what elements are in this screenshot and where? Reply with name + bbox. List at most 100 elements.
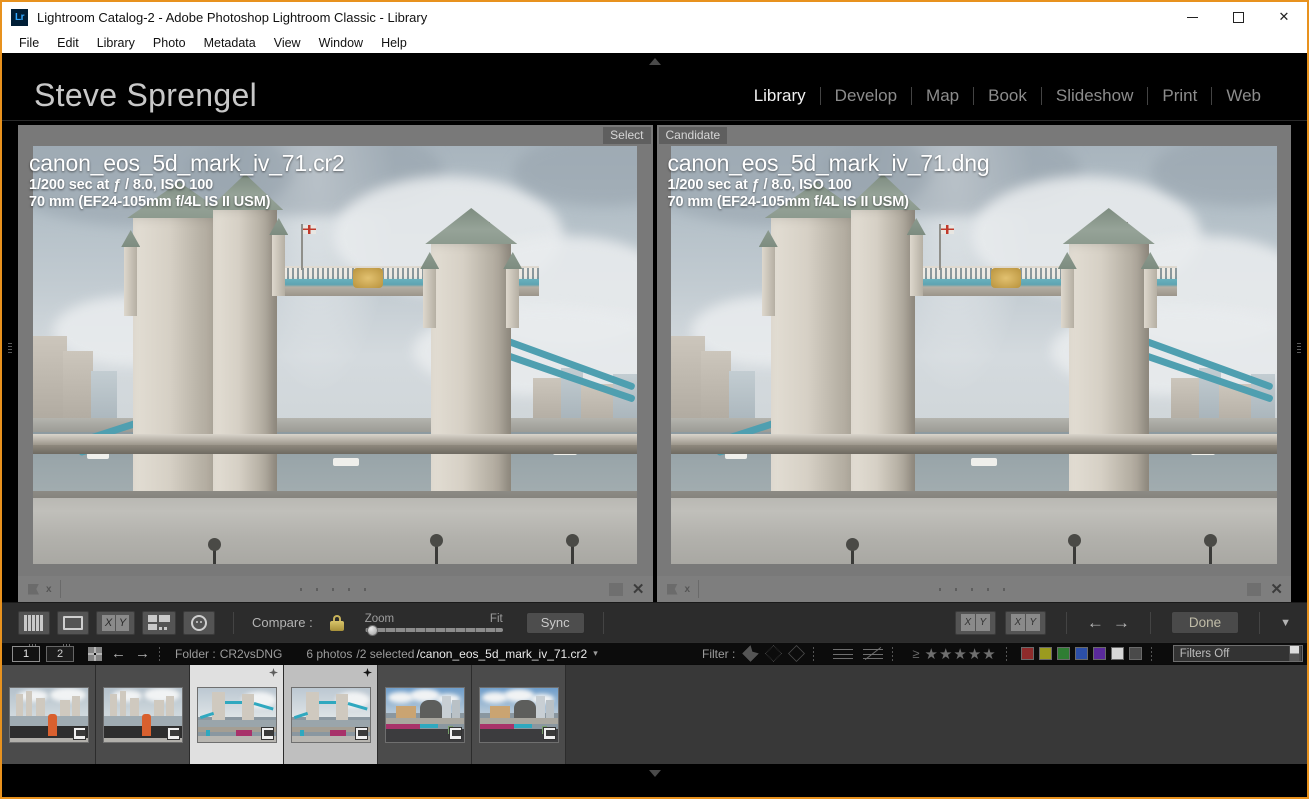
unedited-filter-icon[interactable] xyxy=(863,646,884,661)
rating-operator[interactable]: ≥ xyxy=(912,646,919,661)
zoom-track[interactable] xyxy=(364,625,503,636)
color-label-green[interactable] xyxy=(1056,647,1070,660)
color-label-yellow[interactable] xyxy=(1038,647,1052,660)
zoom-thumb[interactable] xyxy=(366,625,378,636)
filter-enable-switch[interactable] xyxy=(1290,646,1299,661)
star-1-icon[interactable]: ★ xyxy=(924,645,937,663)
right-panel-handle[interactable] xyxy=(1291,121,1307,576)
module-print[interactable]: Print xyxy=(1148,86,1211,106)
develop-badge-icon[interactable] xyxy=(542,726,556,740)
rating-dots[interactable] xyxy=(938,587,1009,591)
flag-unflagged-icon[interactable] xyxy=(765,645,783,662)
list-item[interactable] xyxy=(472,665,566,764)
color-label-box[interactable] xyxy=(1247,582,1261,596)
develop-badge-icon[interactable] xyxy=(354,726,368,740)
thumbnail-6[interactable] xyxy=(478,686,559,743)
menu-library[interactable]: Library xyxy=(88,35,144,51)
flag-picked-icon[interactable] xyxy=(742,645,759,662)
rating-dots[interactable] xyxy=(300,587,371,591)
folder-name[interactable]: CR2vsDNG xyxy=(220,647,283,661)
maximize-button[interactable] xyxy=(1215,2,1261,32)
menu-edit[interactable]: Edit xyxy=(48,35,88,51)
list-item[interactable] xyxy=(378,665,472,764)
color-label-purple[interactable] xyxy=(1092,647,1106,660)
screen-1-button[interactable]: 1 xyxy=(12,643,40,662)
left-panel-handle[interactable] xyxy=(2,121,18,576)
thumbnail-1[interactable] xyxy=(8,686,89,743)
star-4-icon[interactable]: ★ xyxy=(968,645,981,663)
go-forward-icon[interactable]: → xyxy=(135,645,150,662)
module-slideshow[interactable]: Slideshow xyxy=(1042,86,1148,106)
color-label-red[interactable] xyxy=(1020,647,1034,660)
zoom-slider[interactable]: Zoom Fit xyxy=(364,613,503,636)
minimize-button[interactable] xyxy=(1169,2,1215,32)
flag-icon[interactable] xyxy=(28,583,39,595)
color-label-blue[interactable] xyxy=(1074,647,1088,660)
menu-window[interactable]: Window xyxy=(310,35,372,51)
grid-view-button[interactable] xyxy=(18,610,50,635)
module-map[interactable]: Map xyxy=(912,86,973,106)
people-view-button[interactable] xyxy=(183,610,215,635)
reject-icon[interactable]: x xyxy=(685,584,691,595)
menu-metadata[interactable]: Metadata xyxy=(195,35,265,51)
select-pane[interactable]: Select canon_eos_5d_mark_iv_71.cr2 1/200… xyxy=(18,125,653,576)
thumbnail-2[interactable] xyxy=(102,686,183,743)
swap-button[interactable]: XY xyxy=(954,610,996,635)
previous-photo-button[interactable]: ← xyxy=(1087,613,1104,633)
list-item[interactable] xyxy=(96,665,190,764)
compare-view-button[interactable]: XY xyxy=(96,610,135,635)
edited-filter-icon[interactable] xyxy=(833,646,854,661)
flag-icon[interactable] xyxy=(666,583,678,595)
develop-badge-icon[interactable] xyxy=(448,726,462,740)
thumbnail-3[interactable] xyxy=(196,686,277,743)
develop-badge-icon[interactable] xyxy=(166,726,180,740)
flag-rejected-icon[interactable] xyxy=(788,645,806,662)
develop-badge-icon[interactable] xyxy=(72,726,86,740)
list-item[interactable] xyxy=(284,665,378,764)
module-book[interactable]: Book xyxy=(974,86,1041,106)
filename-caret-icon[interactable]: ▾ xyxy=(593,648,598,659)
candidate-pane[interactable]: Candidate canon_eos_5d_mark_iv_71.dng 1/… xyxy=(656,125,1291,576)
grid-view-icon[interactable] xyxy=(88,646,102,661)
close-select-icon[interactable]: ✕ xyxy=(632,580,645,598)
color-label-none[interactable] xyxy=(1128,647,1142,660)
close-candidate-icon[interactable]: ✕ xyxy=(1270,580,1283,598)
next-photo-button[interactable]: → xyxy=(1113,613,1130,633)
reject-icon[interactable]: x xyxy=(46,584,52,595)
close-button[interactable]: ✕ xyxy=(1261,2,1307,32)
menu-help[interactable]: Help xyxy=(372,35,416,51)
menu-file[interactable]: File xyxy=(10,35,48,51)
color-label-white[interactable] xyxy=(1110,647,1124,660)
develop-badge-icon[interactable] xyxy=(260,726,274,740)
sync-button[interactable]: Sync xyxy=(525,611,585,634)
menu-photo[interactable]: Photo xyxy=(144,35,195,51)
candidate-photo[interactable]: BAR xyxy=(670,146,1277,564)
toolbar-options-caret-icon[interactable]: ▼ xyxy=(1280,617,1291,629)
star-2-icon[interactable]: ★ xyxy=(939,645,952,663)
screen-2-button[interactable]: 2 xyxy=(46,643,74,662)
thumbnail-5[interactable] xyxy=(384,686,465,743)
module-library[interactable]: Library xyxy=(740,86,820,106)
done-button[interactable]: Done xyxy=(1170,611,1240,634)
star-3-icon[interactable]: ★ xyxy=(953,645,966,663)
loupe-view-button[interactable] xyxy=(57,610,89,635)
module-web[interactable]: Web xyxy=(1212,86,1275,106)
make-select-button[interactable]: XY xyxy=(1004,610,1046,635)
identity-plate[interactable]: Steve Sprengel xyxy=(34,77,257,114)
toolbar-divider xyxy=(602,611,604,634)
thumbnail-4[interactable] xyxy=(290,686,371,743)
bottom-panel-toggle[interactable] xyxy=(2,764,1307,782)
loupe-icon xyxy=(63,615,83,630)
list-item[interactable] xyxy=(2,665,96,764)
top-panel-toggle[interactable] xyxy=(2,53,1307,71)
star-5-icon[interactable]: ★ xyxy=(982,645,995,663)
lock-icon[interactable] xyxy=(329,614,344,631)
select-photo[interactable]: BAR xyxy=(33,146,638,564)
menu-view[interactable]: View xyxy=(265,35,310,51)
color-label-box[interactable] xyxy=(608,582,623,596)
list-item[interactable] xyxy=(190,665,284,764)
filter-preset-select[interactable]: Filters Off ▲▼ xyxy=(1172,645,1303,662)
survey-view-button[interactable] xyxy=(142,610,176,635)
module-develop[interactable]: Develop xyxy=(821,86,911,106)
go-back-icon[interactable]: ← xyxy=(111,645,126,662)
